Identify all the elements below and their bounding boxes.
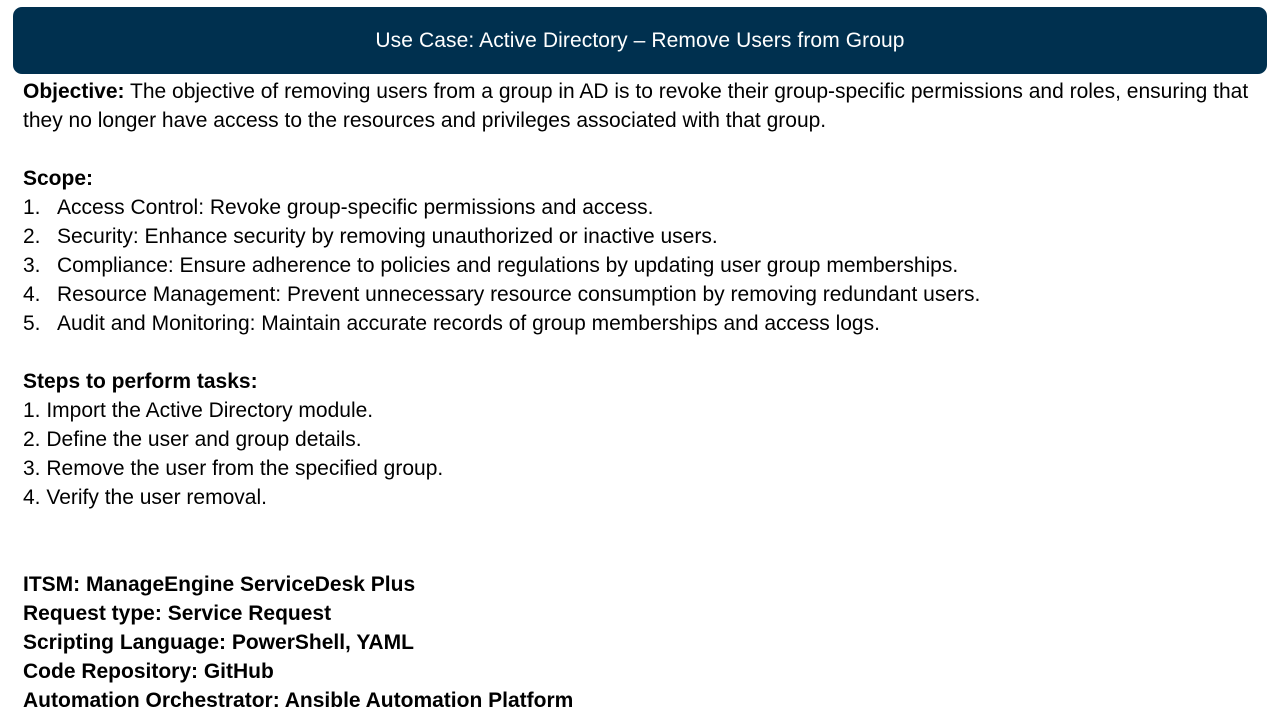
slide: Use Case: Active Directory – Remove User… — [0, 0, 1280, 720]
objective-text: The objective of removing users from a g… — [23, 80, 1249, 132]
scope-item-text: Audit and Monitoring: Maintain accurate … — [57, 312, 880, 335]
page-title: Use Case: Active Directory – Remove User… — [375, 28, 905, 52]
code-repository-line: Code Repository: GitHub — [23, 660, 274, 683]
scope-heading: Scope: — [23, 167, 94, 190]
scope-item-text: Security: Enhance security by removing u… — [57, 225, 718, 248]
scope-item: 4. Resource Management: Prevent unnecessa… — [23, 280, 1263, 309]
scope-item: 3. Compliance: Ensure adherence to polici… — [23, 251, 1263, 280]
scope-item-number: 1. — [23, 196, 41, 219]
scope-item-number: 3. — [23, 254, 41, 277]
scope-item-text: Resource Management: Prevent unnecessary… — [57, 283, 981, 306]
scope-item: 5. Audit and Monitoring: Maintain accurat… — [23, 309, 1263, 338]
scope-item: 2. Security: Enhance security by removing… — [23, 222, 1263, 251]
title-banner: Use Case: Active Directory – Remove User… — [13, 7, 1267, 74]
step-item: 3. Remove the user from the specified gr… — [23, 457, 444, 480]
scripting-language-line: Scripting Language: PowerShell, YAML — [23, 631, 414, 654]
steps-heading: Steps to perform tasks: — [23, 370, 258, 393]
objective-label: Objective: — [23, 80, 125, 103]
itsm-line: ITSM: ManageEngine ServiceDesk Plus — [23, 573, 416, 596]
scope-item-number: 4. — [23, 283, 41, 306]
request-type-line: Request type: Service Request — [23, 602, 332, 625]
step-item: 4. Verify the user removal. — [23, 486, 267, 509]
scope-item-number: 2. — [23, 225, 41, 248]
scope-item-number: 5. — [23, 312, 41, 335]
scope-item: 1. Access Control: Revoke group-specific … — [23, 193, 1263, 222]
step-item: 1. Import the Active Directory module. — [23, 399, 374, 422]
slide-body: Objective: The objective of removing use… — [23, 77, 1263, 715]
objective-paragraph: Objective: The objective of removing use… — [23, 77, 1263, 135]
scope-list: 1. Access Control: Revoke group-specific … — [23, 193, 1263, 338]
step-item: 2. Define the user and group details. — [23, 428, 362, 451]
steps-list: 1. Import the Active Directory module. 2… — [23, 396, 1263, 512]
automation-orchestrator-line: Automation Orchestrator: Ansible Automat… — [23, 689, 574, 712]
scope-item-text: Compliance: Ensure adherence to policies… — [57, 254, 959, 277]
scope-item-text: Access Control: Revoke group-specific pe… — [57, 196, 654, 219]
